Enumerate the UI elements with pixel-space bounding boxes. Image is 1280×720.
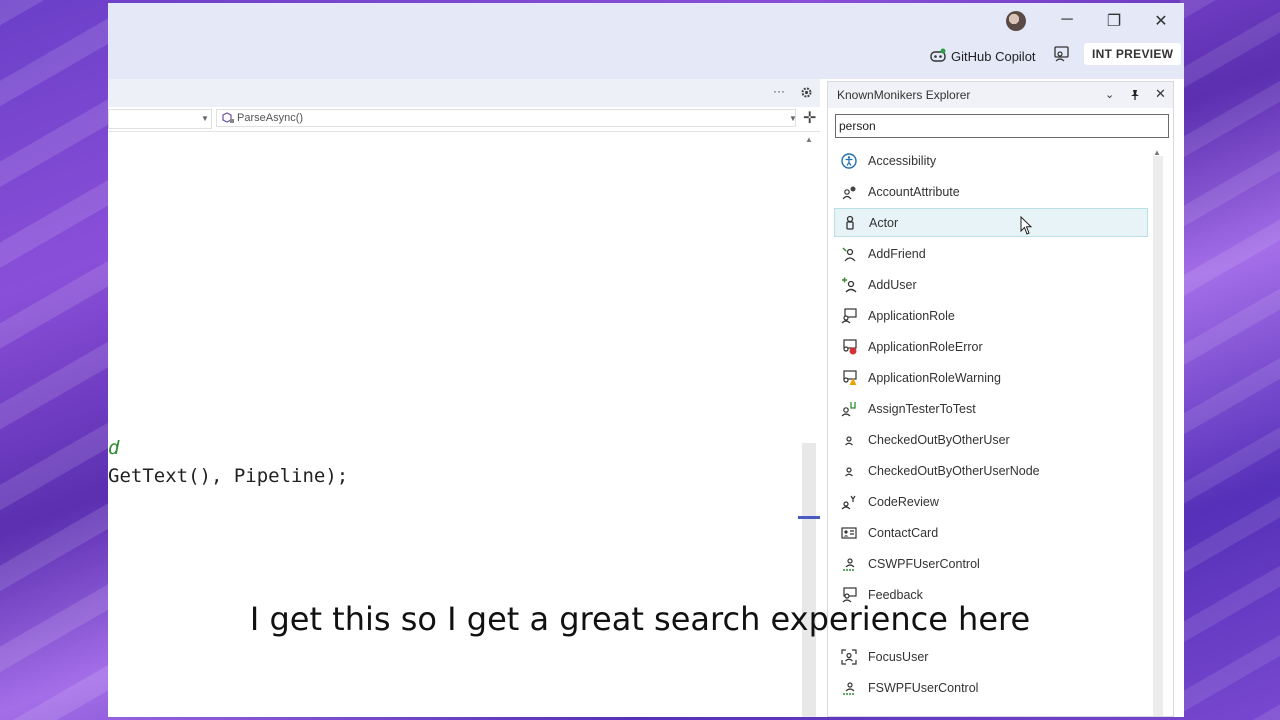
editor-tab-strip: ··· [108,79,820,107]
list-item-label: Actor [869,215,899,230]
list-item[interactable]: FSWPFUserControl [834,673,1148,702]
panel-dropdown-chevron-icon[interactable]: ⌄ [1105,88,1114,101]
user-small-icon [840,431,858,449]
list-item-label: ContactCard [868,525,939,540]
list-item[interactable]: AssignTesterToTest [834,394,1148,423]
actor-icon [841,214,859,232]
list-item-label: ApplicationRole [868,308,955,323]
close-window-button[interactable]: ✕ [1146,11,1176,31]
add-user-icon [840,276,858,294]
user-control-icon [840,555,858,573]
list-item-label: CheckedOutByOtherUser [868,432,1010,447]
restore-button[interactable]: ❐ [1099,11,1129,31]
moniker-search-input[interactable] [835,114,1169,138]
user-avatar[interactable] [1006,11,1026,31]
panel-title: KnownMonikers Explorer [837,88,971,102]
list-item-label: CheckedOutByOtherUserNode [868,463,1040,478]
list-item-label: FocusUser [868,649,929,664]
list-item[interactable]: ApplicationRoleError [834,332,1148,361]
video-caption: I get this so I get a great search exper… [0,600,1280,638]
list-item-label: ApplicationRoleWarning [868,370,1001,385]
member-dropdown-label: ParseAsync() [237,112,304,124]
tab-overflow-button[interactable]: ··· [773,84,785,98]
editor-vertical-scrollbar[interactable] [802,443,816,717]
list-item-label: AssignTesterToTest [868,401,976,416]
close-panel-button[interactable]: ✕ [1155,86,1166,102]
list-item-label: AddUser [868,277,917,292]
github-copilot-button[interactable]: GitHub Copilot [930,45,1036,67]
member-dropdown[interactable]: ParseAsync() ▼ [216,109,797,127]
list-item-label: Accessibility [868,153,937,168]
user-control-icon [840,679,858,697]
list-item[interactable]: ApplicationRole [834,301,1148,330]
caption-text: I get this so I get a great search exper… [249,600,1031,638]
copilot-label: GitHub Copilot [951,48,1036,64]
code-review-icon [840,493,858,511]
list-item[interactable]: CSWPFUserControl [834,549,1148,578]
settings-gear-icon[interactable] [800,86,813,99]
panel-header: KnownMonikers Explorer ⌄ ✕ [828,82,1173,108]
feedback-icon[interactable] [1053,45,1071,63]
add-friend-icon [840,245,858,263]
split-editor-button[interactable]: ✛ [803,108,816,128]
list-item[interactable]: CheckedOutByOtherUser [834,425,1148,454]
scrollbar-caret-marker [798,516,820,519]
list-item[interactable]: CodeReview [834,487,1148,516]
assign-tester-icon [840,400,858,418]
list-item[interactable]: AddUser [834,270,1148,299]
method-icon [222,112,234,123]
account-attribute-icon [840,183,858,201]
title-bar: ─ ❐ ✕ GitHub Copilot INT PREVIEW [108,3,1184,79]
code-line-comment: d [108,437,120,459]
application-role-warning-icon [840,369,858,387]
list-item[interactable]: CheckedOutByOtherUserNode [834,456,1148,485]
list-item[interactable]: ApplicationRoleWarning [834,363,1148,392]
minimize-button[interactable]: ─ [1052,11,1082,29]
user-small-icon [840,462,858,480]
accessibility-icon [840,152,858,170]
list-item[interactable]: ContactCard [834,518,1148,547]
chevron-down-icon: ▼ [789,114,797,123]
navigation-bar: ▼ ParseAsync() ▼ ✛ [108,107,820,132]
focus-user-icon [840,648,858,666]
contact-card-icon [840,524,858,542]
list-item-label: ApplicationRoleError [868,339,983,354]
list-item[interactable]: AccountAttribute [834,177,1148,206]
application-role-icon [840,307,858,325]
list-item[interactable]: Accessibility [834,146,1148,175]
scroll-up-arrow-icon[interactable]: ▲ [805,135,813,144]
list-item-label: CodeReview [868,494,939,509]
list-item-label: CSWPFUserControl [868,556,980,571]
code-line-statement: GetText(), Pipeline); [108,465,349,487]
type-dropdown[interactable]: ▼ [108,109,212,129]
list-item-selected[interactable]: Actor [834,208,1148,237]
list-item-label: AddFriend [868,246,926,261]
chevron-down-icon: ▼ [201,114,209,123]
list-item-label: FSWPFUserControl [868,680,979,695]
list-item[interactable]: FocusUser [834,642,1148,671]
pin-icon[interactable] [1129,89,1141,101]
application-role-error-icon [840,338,858,356]
int-preview-badge[interactable]: INT PREVIEW [1084,43,1182,65]
copilot-icon [930,48,946,62]
list-item-label: AccountAttribute [868,184,960,199]
list-item[interactable]: AddFriend [834,239,1148,268]
mouse-cursor-icon [1020,216,1033,235]
